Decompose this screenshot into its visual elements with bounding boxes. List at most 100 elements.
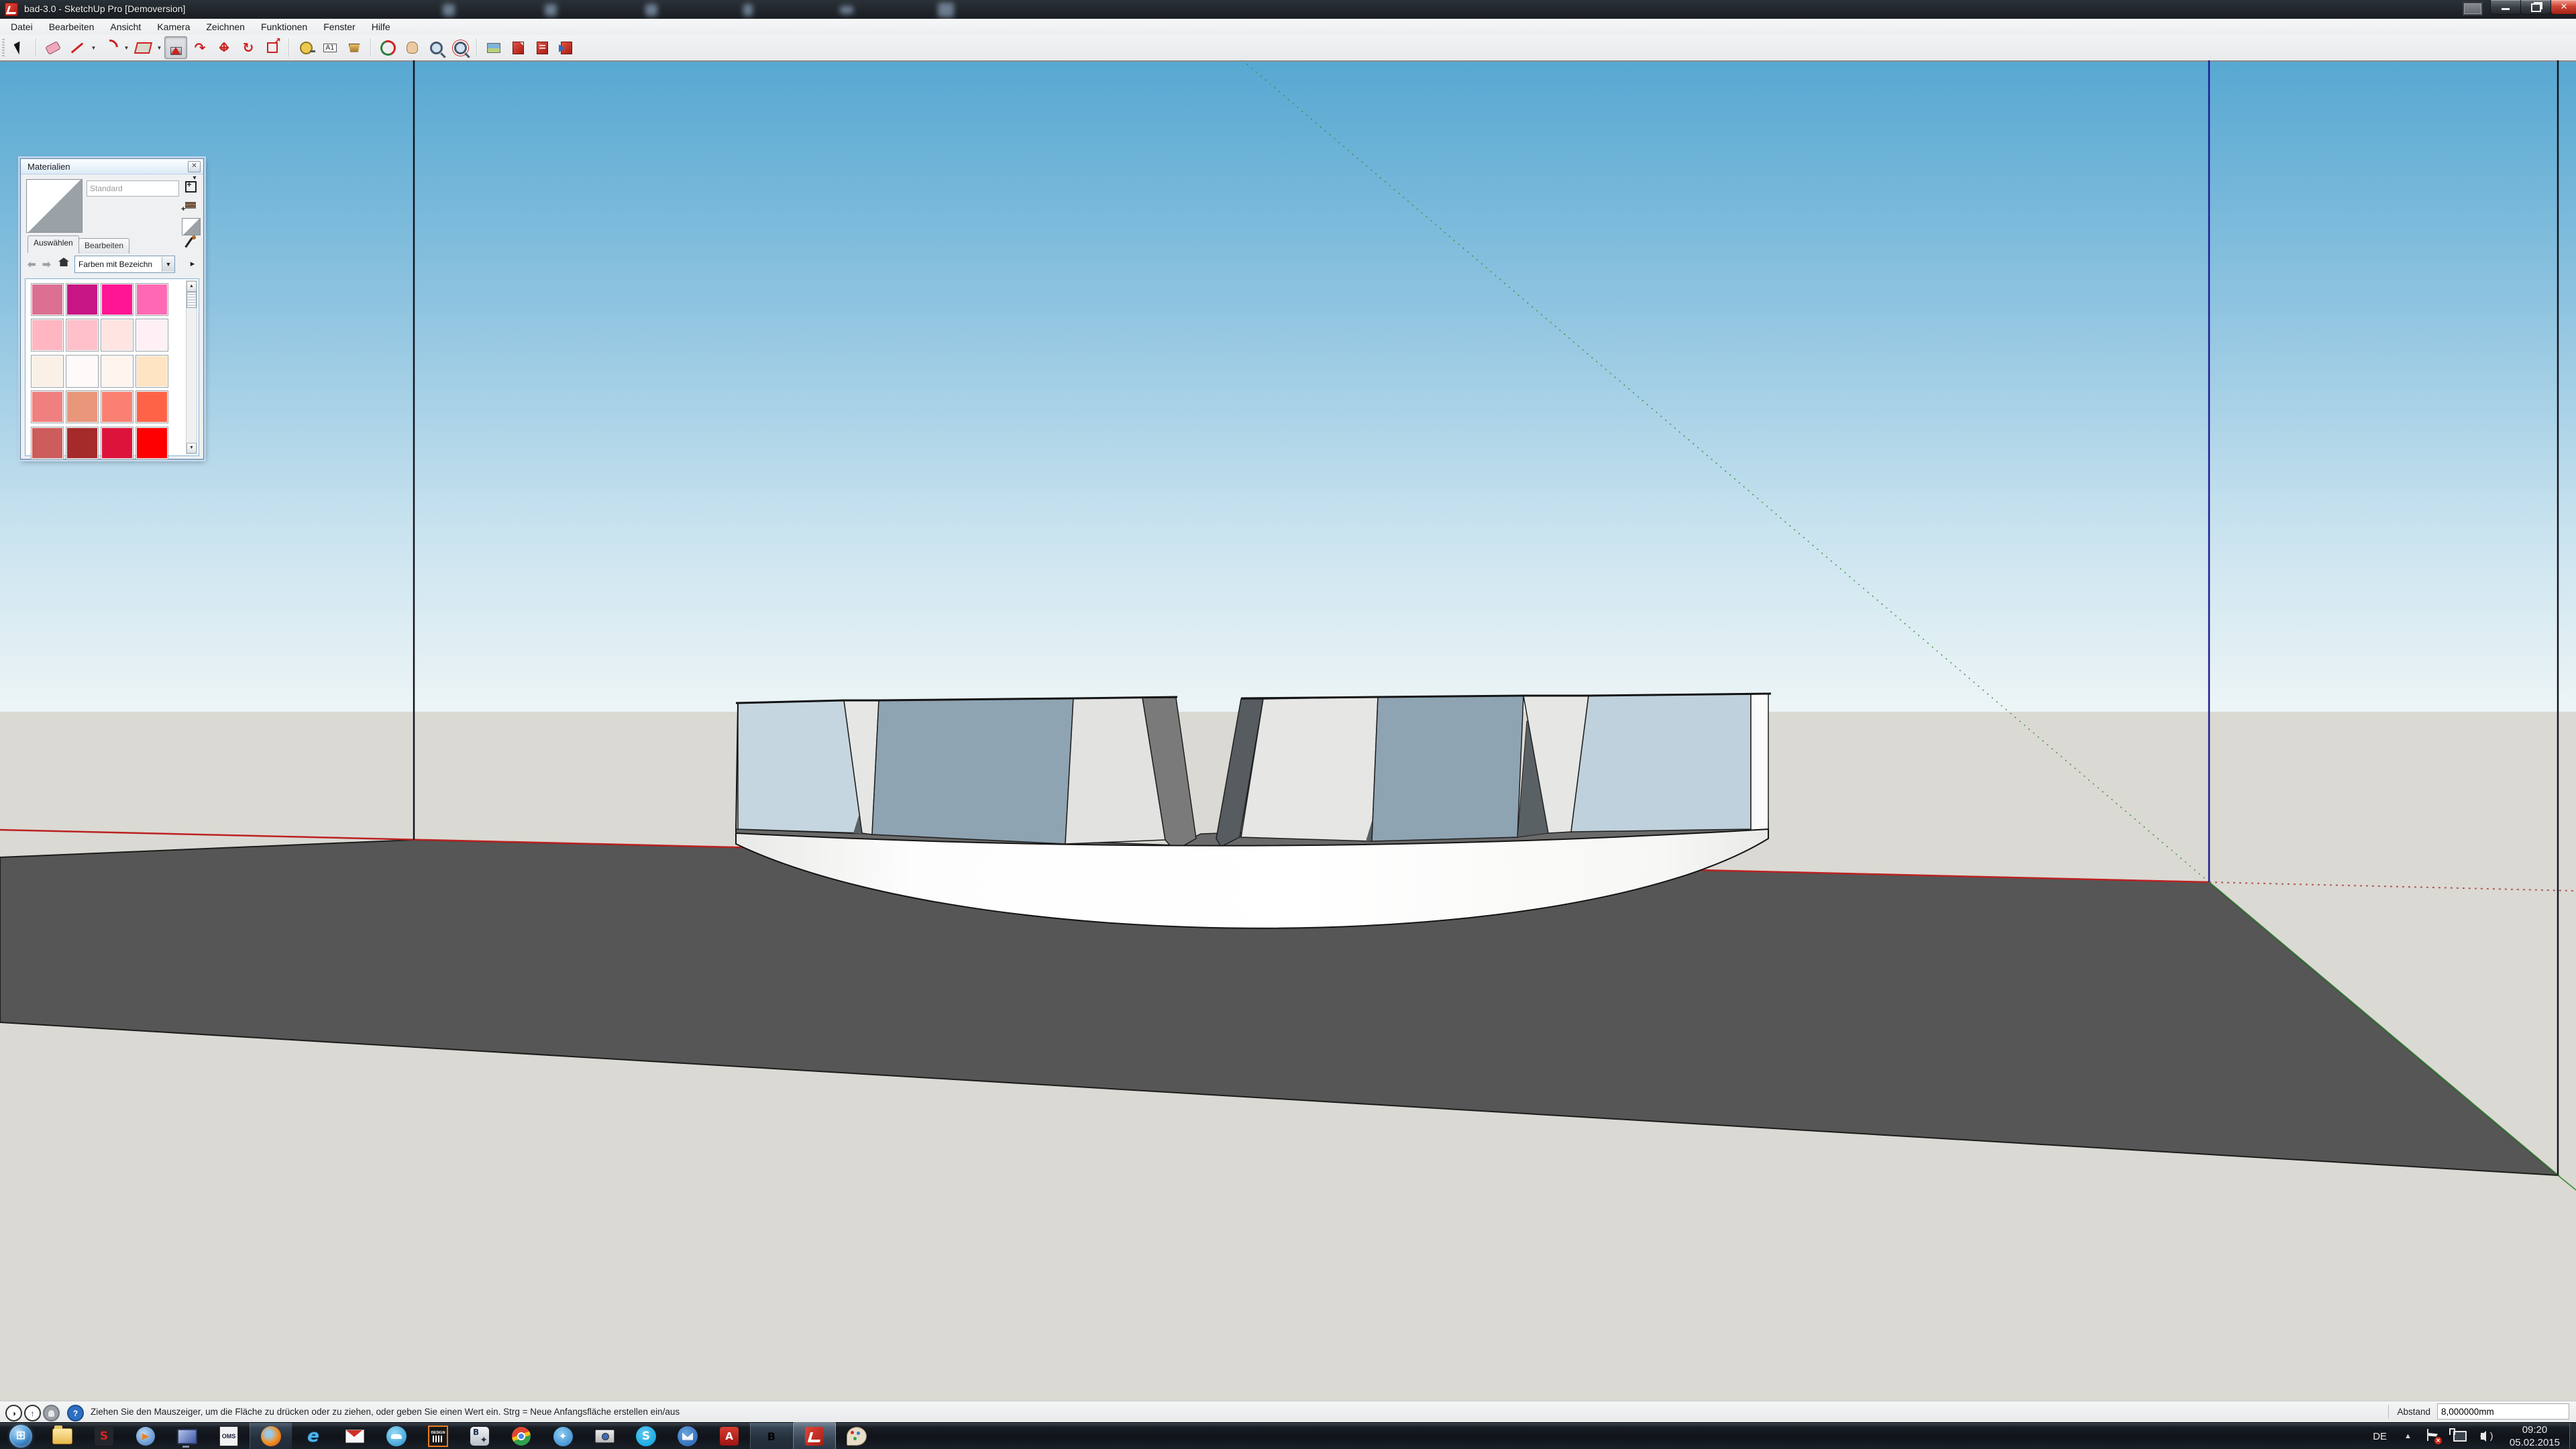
- create-material-button[interactable]: [183, 179, 198, 194]
- line-tool-button[interactable]: [66, 36, 89, 59]
- panel-1[interactable]: [738, 700, 862, 833]
- scale-tool-button[interactable]: [261, 36, 284, 59]
- volume-icon[interactable]: [2478, 1428, 2496, 1445]
- color-swatch-FF6347[interactable]: [136, 390, 168, 423]
- network-icon[interactable]: [2451, 1428, 2469, 1445]
- arc-dropdown-arrow[interactable]: ▼: [122, 37, 131, 58]
- scene-canvas[interactable]: [0, 60, 2576, 1401]
- panel-3[interactable]: [872, 698, 1073, 844]
- close-button[interactable]: ✕: [2551, 0, 2576, 15]
- scroll-up-icon[interactable]: ▲: [186, 281, 197, 292]
- color-swatch-A52A2A[interactable]: [66, 427, 99, 460]
- taskbar-b-browser[interactable]: B: [459, 1423, 500, 1449]
- color-swatch-FFF0F5[interactable]: [136, 319, 168, 352]
- color-swatch-FFE4C4[interactable]: [136, 355, 168, 388]
- scroll-down-icon[interactable]: ▼: [186, 443, 197, 453]
- geolocation-icon[interactable]: ◑: [5, 1405, 22, 1421]
- photo-textures-tool-button[interactable]: [482, 36, 505, 59]
- rectangle-dropdown-arrow[interactable]: ▼: [155, 37, 164, 58]
- back-arrow-icon[interactable]: ⬅: [28, 258, 36, 270]
- measurement-input[interactable]: [2437, 1403, 2569, 1419]
- color-swatch-FF69B4[interactable]: [136, 283, 168, 316]
- taskbar-start[interactable]: [0, 1423, 42, 1449]
- color-swatch-DC143C[interactable]: [101, 427, 133, 460]
- taskbar-sketchup[interactable]: [793, 1422, 836, 1449]
- menu-funktionen[interactable]: Funktionen: [253, 19, 315, 34]
- color-swatch-DB7093[interactable]: [31, 283, 64, 316]
- eyedropper-icon[interactable]: [186, 235, 198, 249]
- move-tool-button[interactable]: ↔↕: [213, 36, 235, 59]
- color-swatch-FFF5EE[interactable]: [101, 355, 133, 388]
- menu-ansicht[interactable]: Ansicht: [102, 19, 149, 34]
- materials-close-button[interactable]: ✕: [188, 161, 201, 172]
- taskbar-media-player[interactable]: [125, 1423, 166, 1449]
- taskbar-firefox[interactable]: [250, 1423, 292, 1449]
- color-swatch-FFB6C1[interactable]: [31, 319, 64, 352]
- share-model-tool-button[interactable]: [555, 36, 578, 59]
- color-swatch-FF1493[interactable]: [101, 283, 133, 316]
- menu-hilfe[interactable]: Hilfe: [364, 19, 398, 34]
- toolbar-grip[interactable]: [2, 39, 5, 56]
- sign-in-icon[interactable]: [43, 1405, 60, 1421]
- details-button[interactable]: ▸: [186, 256, 199, 272]
- color-swatch-CD5C5C[interactable]: [31, 427, 64, 460]
- modeling-viewport[interactable]: Materialien ✕ Auswählen Bearbeiten ⬅ ➡ F…: [0, 60, 2576, 1401]
- rotate-tool-button[interactable]: ↻: [237, 36, 260, 59]
- tape-measure-tool-button[interactable]: [294, 36, 317, 59]
- language-indicator[interactable]: DE: [2363, 1431, 2396, 1442]
- scroll-thumb[interactable]: [186, 292, 197, 308]
- panel-6[interactable]: [1241, 697, 1378, 841]
- push-pull-tool-button[interactable]: [164, 36, 187, 59]
- color-swatch-FFE4E1[interactable]: [101, 319, 133, 352]
- tab-edit[interactable]: Bearbeiten: [78, 238, 129, 254]
- menu-kamera[interactable]: Kamera: [149, 19, 198, 34]
- zoom-extents-tool-button[interactable]: [449, 36, 472, 59]
- secondary-material-swatch[interactable]: [182, 218, 201, 235]
- taskbar-oms[interactable]: OMS: [208, 1423, 250, 1449]
- rectangle-tool-button[interactable]: [131, 36, 154, 59]
- taskbar-screenshot[interactable]: [584, 1423, 625, 1449]
- paint-bucket-tool-button[interactable]: [343, 36, 366, 59]
- tab-select[interactable]: Auswählen: [28, 235, 79, 253]
- color-swatch-FFC0CB[interactable]: [66, 319, 99, 352]
- taskbar-b-browser-2[interactable]: B: [750, 1423, 793, 1449]
- menu-bearbeiten[interactable]: Bearbeiten: [41, 19, 103, 34]
- show-desktop-button[interactable]: [2569, 1423, 2576, 1449]
- taskbar-internet-explorer[interactable]: e: [292, 1423, 334, 1449]
- rim-end-cap[interactable]: [1751, 694, 1768, 832]
- color-swatch-FFFAFA[interactable]: [66, 355, 99, 388]
- menu-fenster[interactable]: Fenster: [315, 19, 363, 34]
- layout-tool-button[interactable]: [506, 36, 529, 59]
- color-swatch-F08080[interactable]: [31, 390, 64, 423]
- taskbar-chrome[interactable]: [500, 1423, 542, 1449]
- taskbar-mail[interactable]: [334, 1423, 376, 1449]
- tray-clock[interactable]: 09:20 05.02.2015: [2500, 1424, 2569, 1449]
- taskbar-paint[interactable]: [836, 1423, 877, 1449]
- color-swatch-FF0000[interactable]: [136, 427, 168, 460]
- arc-tool-button[interactable]: [99, 36, 121, 59]
- pan-tool-button[interactable]: [400, 36, 423, 59]
- restore-button[interactable]: [2520, 0, 2551, 15]
- menu-datei[interactable]: Datei: [3, 19, 41, 34]
- select-tool-button[interactable]: [8, 36, 31, 59]
- orbit-tool-button[interactable]: [376, 36, 399, 59]
- collection-dropdown[interactable]: Farben mit Bezeichn ▼: [74, 256, 175, 273]
- panel-9[interactable]: [1571, 694, 1751, 832]
- panel-7[interactable]: [1372, 696, 1523, 841]
- materials-panel[interactable]: Materialien ✕ Auswählen Bearbeiten ⬅ ➡ F…: [20, 158, 204, 460]
- taskbar-remote-desktop[interactable]: [166, 1423, 208, 1449]
- menu-zeichnen[interactable]: Zeichnen: [198, 19, 253, 34]
- color-swatch-E9967A[interactable]: [66, 390, 99, 423]
- taskbar-adobe-reader[interactable]: A: [708, 1423, 750, 1449]
- taskbar-design[interactable]: DESIGN: [417, 1423, 459, 1449]
- zoom-tool-button[interactable]: [425, 36, 447, 59]
- line-dropdown-arrow[interactable]: ▼: [89, 37, 98, 58]
- paint-with-texture-button[interactable]: [183, 198, 198, 213]
- forward-arrow-icon[interactable]: ➡: [42, 258, 51, 270]
- eraser-tool-button[interactable]: [42, 36, 64, 59]
- taskbar-car-app[interactable]: [376, 1423, 417, 1449]
- taskbar-explorer[interactable]: [42, 1423, 83, 1449]
- action-center-flag-icon[interactable]: ✕: [2424, 1428, 2442, 1445]
- hidden-icons-chevron[interactable]: ▲: [2396, 1432, 2420, 1440]
- taskbar-thunderbird[interactable]: [667, 1423, 708, 1449]
